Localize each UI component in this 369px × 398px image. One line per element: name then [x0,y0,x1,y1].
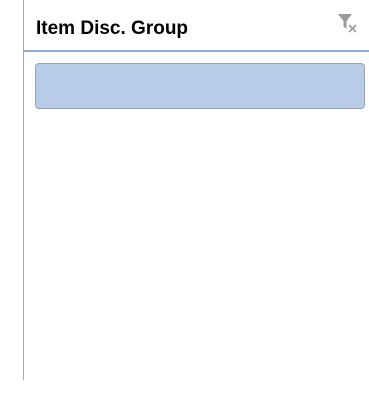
slicer-header: Item Disc. Group [24,0,369,52]
slicer-item[interactable] [35,63,365,109]
slicer-title: Item Disc. Group [36,18,189,39]
clear-filter-icon[interactable] [336,12,358,34]
slicer-panel: Item Disc. Group [23,0,369,380]
